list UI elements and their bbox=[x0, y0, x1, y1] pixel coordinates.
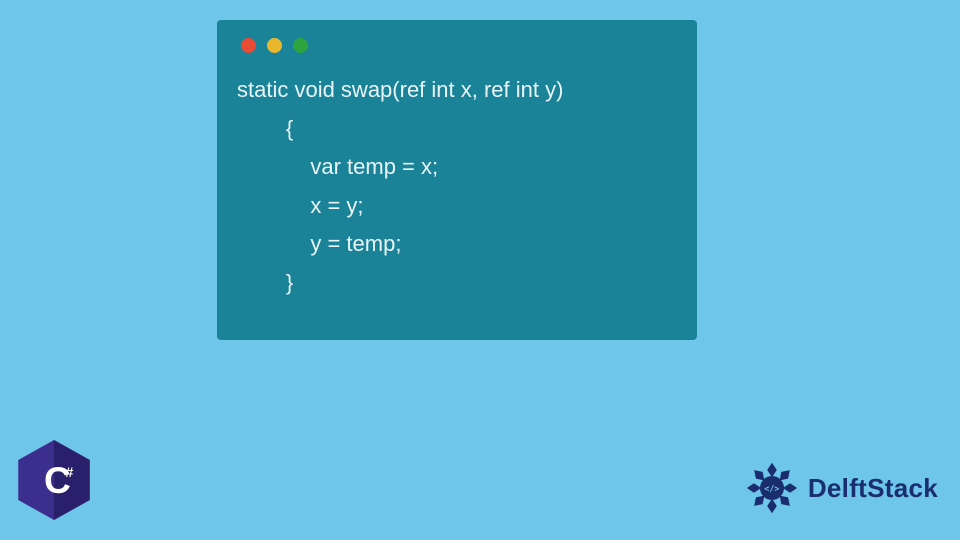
minimize-dot-icon bbox=[267, 38, 282, 53]
code-line: var temp = x; bbox=[237, 154, 438, 179]
code-window: static void swap(ref int x, ref int y) {… bbox=[217, 20, 697, 340]
code-line: static void swap(ref int x, ref int y) bbox=[237, 77, 563, 102]
svg-text:#: # bbox=[65, 465, 73, 481]
svg-text:</>: </> bbox=[764, 484, 779, 494]
delftstack-logo: </> DelftStack bbox=[742, 458, 938, 518]
delftstack-text: DelftStack bbox=[808, 473, 938, 504]
window-controls bbox=[241, 38, 677, 53]
code-block: static void swap(ref int x, ref int y) {… bbox=[237, 71, 677, 302]
code-line: } bbox=[237, 270, 293, 295]
zoom-dot-icon bbox=[293, 38, 308, 53]
code-line: { bbox=[237, 116, 293, 141]
delftstack-rosette-icon: </> bbox=[742, 458, 802, 518]
close-dot-icon bbox=[241, 38, 256, 53]
csharp-badge-icon: C # bbox=[18, 440, 90, 520]
code-line: y = temp; bbox=[237, 231, 401, 256]
code-line: x = y; bbox=[237, 193, 364, 218]
